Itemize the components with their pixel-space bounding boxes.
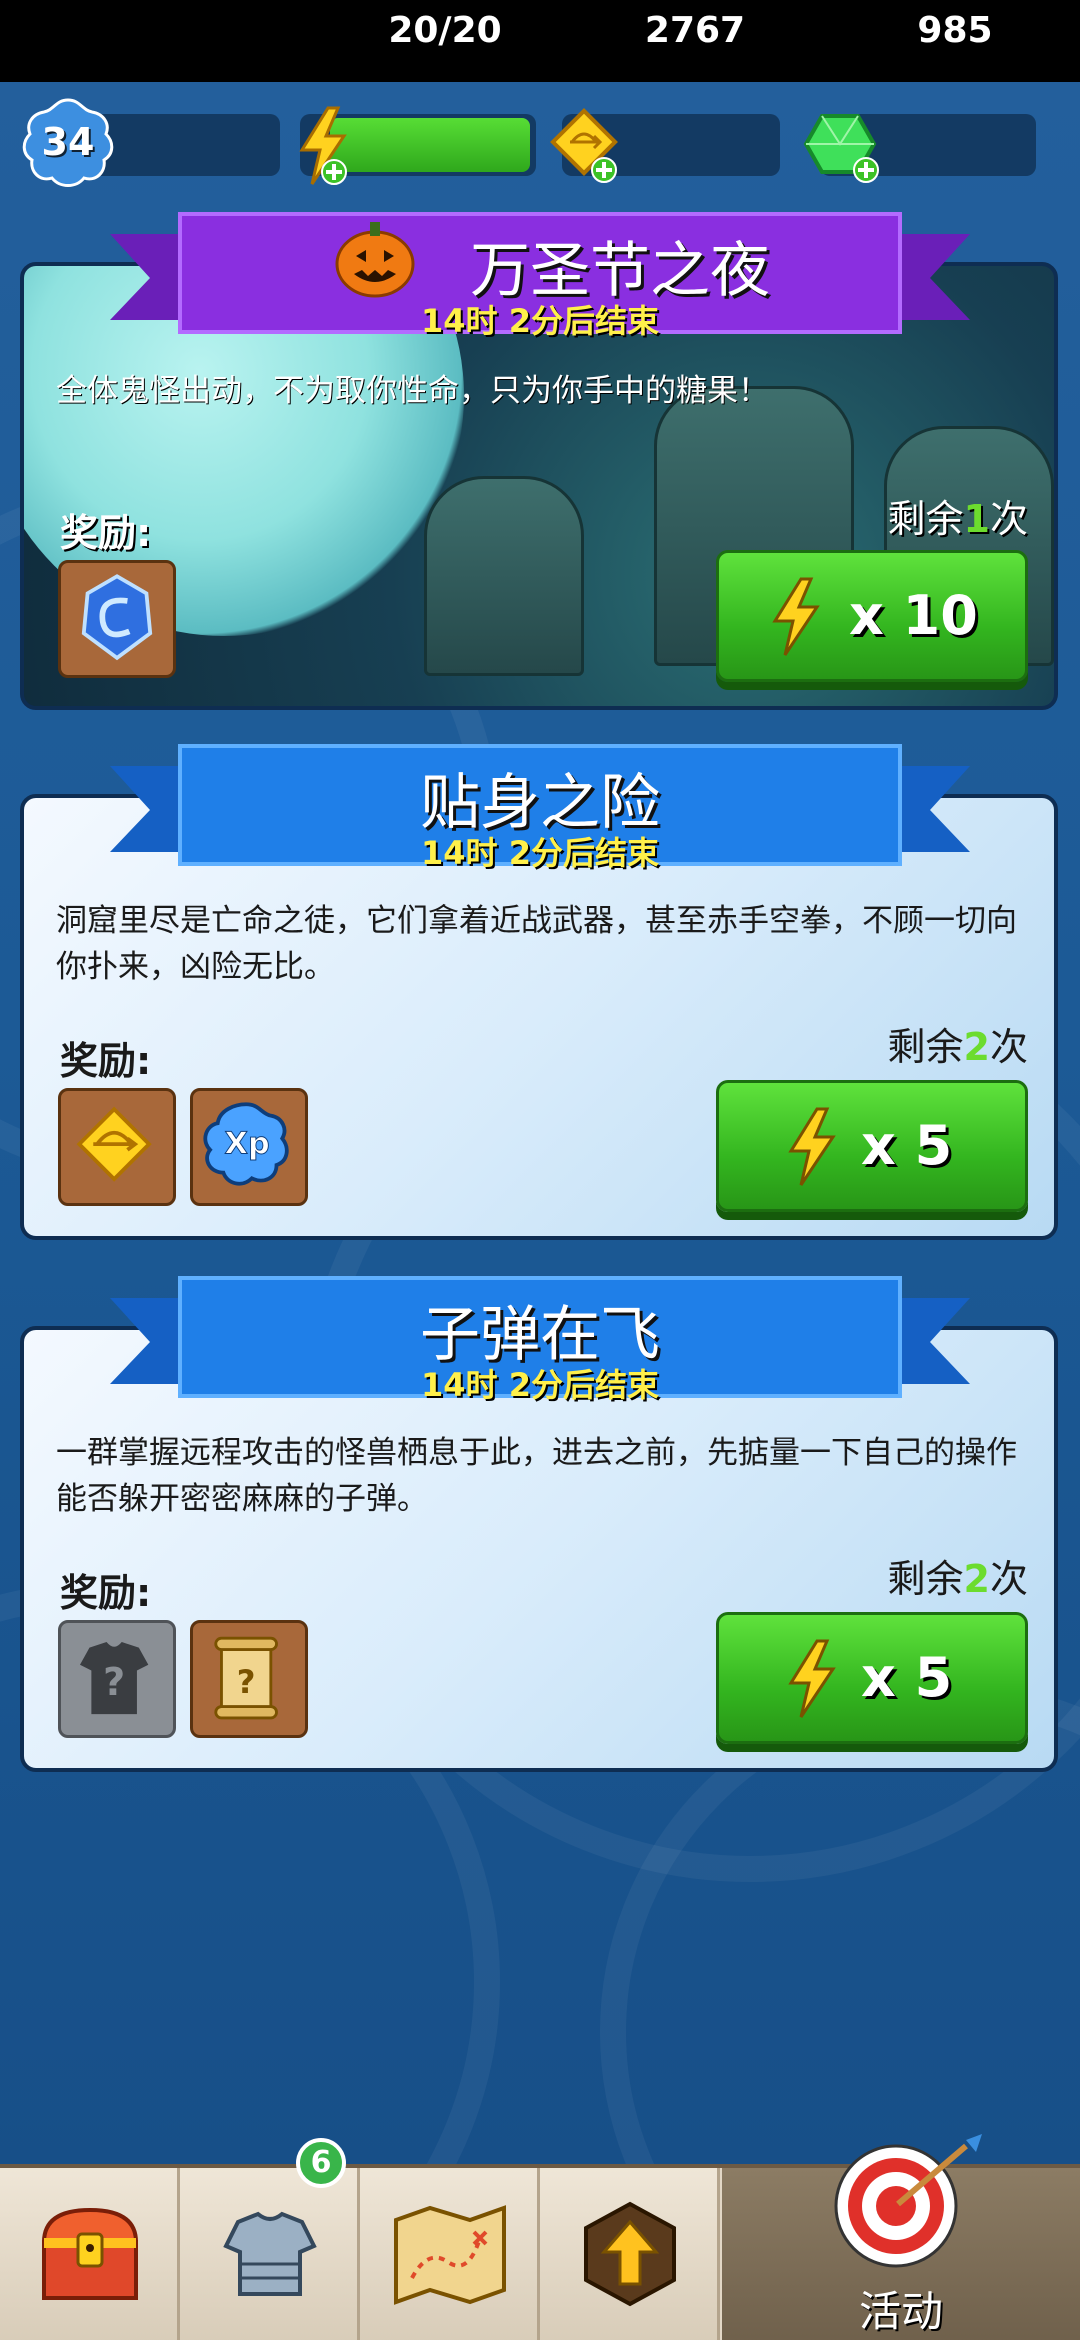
reward-item[interactable]: Xp xyxy=(190,1088,308,1206)
event-description: 洞窟里尽是亡命之徒，它们拿着近战武器，甚至赤手空拳，不顾一切向你扑来，凶险无比。 xyxy=(56,903,1017,985)
start-event-button[interactable]: x 5 xyxy=(716,1612,1028,1744)
target-icon[interactable] xyxy=(826,2130,986,2270)
energy-cost: x 10 xyxy=(849,584,978,647)
svg-text:?: ? xyxy=(237,1663,256,1701)
treasure-chest-icon xyxy=(41,2207,139,2300)
energy-fill xyxy=(330,118,530,172)
tab-events-label: 活动 xyxy=(858,2287,943,2336)
event-description: 一群掌握远程攻击的怪兽栖息于此，进去之前，先掂量一下自己的操作能否躲开密密麻麻的… xyxy=(56,1435,1017,1517)
scroll-icon: ? xyxy=(214,1636,278,1720)
reward-item[interactable] xyxy=(58,560,176,678)
reward-item[interactable]: ? xyxy=(190,1620,308,1738)
event-timer: 14时 2分后结束 xyxy=(421,302,659,340)
blue-rune-icon xyxy=(81,574,153,661)
remaining-count: 剩余1次 xyxy=(887,497,1028,541)
energy-plus-icon[interactable] xyxy=(294,106,354,186)
remaining-count: 剩余2次 xyxy=(887,1025,1028,1069)
equipment-notification-badge: 6 xyxy=(296,2138,346,2188)
event-ribbon-melee: 贴身之险 14时 2分后结束 xyxy=(0,742,1080,892)
map-icon xyxy=(394,2205,506,2305)
remaining-count: 剩余2次 xyxy=(887,1557,1028,1601)
unknown-armor-icon: ? xyxy=(79,1641,149,1715)
gold-bow-coin-icon xyxy=(76,1106,152,1182)
event-timer: 14时 2分后结束 xyxy=(421,1366,659,1404)
energy-cost: x 5 xyxy=(861,1114,953,1177)
coin-value: 2767 xyxy=(644,10,746,51)
svg-text:Xp: Xp xyxy=(225,1127,270,1162)
start-event-button[interactable]: x 10 xyxy=(716,550,1028,682)
energy-value: 20/20 xyxy=(388,10,502,51)
energy-cost: x 5 xyxy=(861,1646,953,1709)
tab-map[interactable] xyxy=(360,2168,540,2340)
reward-item[interactable]: ? xyxy=(58,1620,176,1738)
tab-upgrade[interactable] xyxy=(540,2168,720,2340)
player-level: 34 xyxy=(41,120,95,164)
energy-icon xyxy=(788,1639,836,1718)
armor-icon xyxy=(223,2211,317,2296)
start-event-button[interactable]: x 5 xyxy=(716,1080,1028,1212)
energy-icon xyxy=(788,1107,836,1186)
reward-label: 奖励: xyxy=(60,1039,152,1083)
event-ribbon-halloween: 万圣节之夜 14时 2分后结束 xyxy=(0,210,1080,360)
tab-shop[interactable] xyxy=(0,2168,180,2340)
upgrade-icon xyxy=(584,2201,676,2307)
tombstone-decoration xyxy=(424,476,584,676)
event-ribbon-bullets: 子弹在飞 14时 2分后结束 xyxy=(0,1274,1080,1424)
event-description: 全体鬼怪出动，不为取你性命，只为你手中的糖果！ xyxy=(56,373,769,409)
coin-plus-icon[interactable] xyxy=(548,106,628,186)
energy-icon xyxy=(772,577,820,656)
reward-label: 奖励: xyxy=(60,1571,152,1615)
svg-text:?: ? xyxy=(103,1660,125,1704)
reward-item[interactable] xyxy=(58,1088,176,1206)
reward-label: 奖励: xyxy=(60,511,152,555)
gem-plus-icon[interactable] xyxy=(800,106,886,186)
event-timer: 14时 2分后结束 xyxy=(421,834,659,872)
xp-icon: Xp xyxy=(203,1102,289,1186)
gem-value: 985 xyxy=(917,10,993,51)
tab-equipment[interactable] xyxy=(180,2168,360,2340)
